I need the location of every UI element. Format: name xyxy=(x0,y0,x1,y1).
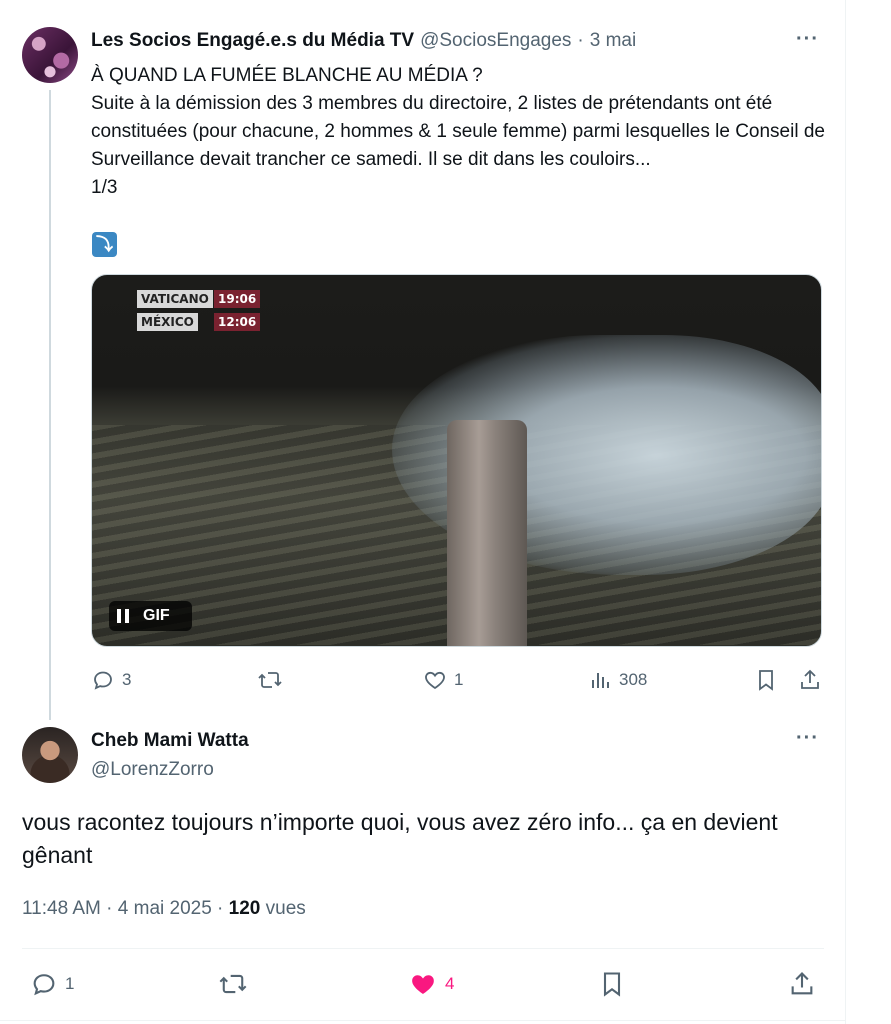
meta-separator: · xyxy=(100,898,118,919)
overlay-city: MÉXICO xyxy=(137,313,198,331)
tweet-time[interactable]: 11:48 AM xyxy=(22,898,101,919)
overlay-time: 12:06 xyxy=(214,313,261,331)
gif-badge[interactable]: GIF xyxy=(109,601,192,631)
reply-author-avatar[interactable] xyxy=(22,727,78,783)
like-count: 4 xyxy=(445,974,455,993)
reply-count: 3 xyxy=(122,670,132,689)
tweet-date[interactable]: 3 mai xyxy=(590,30,636,52)
reply-author-name[interactable]: Cheb Mami Watta xyxy=(91,730,249,752)
reply-count: 1 xyxy=(65,974,75,993)
reply-icon xyxy=(33,974,55,996)
share-button[interactable] xyxy=(799,668,821,692)
timeline-right-border xyxy=(845,0,846,1024)
gif-label: GIF xyxy=(143,607,170,624)
like-button[interactable]: 4 xyxy=(408,970,454,998)
thread-line xyxy=(49,90,51,720)
retweet-button[interactable] xyxy=(257,668,290,692)
reply-icon xyxy=(94,671,112,690)
reply-author-handle[interactable]: @LorenzZorro xyxy=(91,759,214,781)
arrow-down-right-emoji: ⤵ xyxy=(92,232,117,257)
media-chimney xyxy=(447,420,527,646)
like-button[interactable]: 1 xyxy=(423,668,463,692)
author-name[interactable]: Les Socios Engagé.e.s du Média TV xyxy=(91,30,414,52)
heart-filled-icon xyxy=(412,975,434,994)
more-dots-icon[interactable]: ··· xyxy=(796,727,819,750)
overlay-city: VATICANO xyxy=(137,290,213,308)
overlay-time: 19:06 xyxy=(214,290,261,308)
bottom-border xyxy=(0,1020,845,1021)
bookmark-icon xyxy=(603,972,621,997)
heart-icon xyxy=(425,671,445,690)
views-button[interactable]: 308 xyxy=(590,668,647,692)
meta-separator: · xyxy=(211,898,229,919)
retweet-button[interactable] xyxy=(218,970,248,998)
header-separator: · xyxy=(577,30,584,51)
author-avatar[interactable] xyxy=(22,27,78,83)
tweet-text: À QUAND LA FUMÉE BLANCHE AU MÉDIA ? Suit… xyxy=(91,65,825,198)
reply-button[interactable]: 1 xyxy=(30,970,74,998)
author-handle[interactable]: @SociosEngages xyxy=(420,30,571,52)
retweet-icon xyxy=(258,672,282,688)
views-label: vues xyxy=(260,898,306,919)
share-icon xyxy=(801,669,819,689)
tweet-meta: 11:48 AM · 4 mai 2025 · 120 vues xyxy=(22,898,306,920)
bookmark-button[interactable] xyxy=(598,970,626,998)
views-number: 120 xyxy=(228,898,261,919)
bookmark-icon xyxy=(759,670,773,691)
share-icon xyxy=(791,972,813,995)
retweet-icon xyxy=(219,974,247,994)
share-button[interactable] xyxy=(788,970,816,998)
views-count: 308 xyxy=(619,670,648,689)
bookmark-button[interactable] xyxy=(755,668,777,692)
more-dots-icon[interactable]: ··· xyxy=(796,28,819,51)
reply-button[interactable]: 3 xyxy=(91,668,131,692)
divider xyxy=(22,948,824,949)
analytics-icon xyxy=(592,673,609,688)
tweet-header: Les Socios Engagé.e.s du Média TV @Socio… xyxy=(91,30,636,54)
like-count: 1 xyxy=(454,670,464,689)
pause-icon[interactable] xyxy=(117,609,129,623)
tweet-media-gif[interactable]: VATICANO 19:06 MÉXICO 12:06 GIF xyxy=(91,274,822,647)
reply-text: vous racontez toujours n’importe quoi, v… xyxy=(22,809,778,868)
tweet-full-date[interactable]: 4 mai 2025 xyxy=(118,898,212,919)
